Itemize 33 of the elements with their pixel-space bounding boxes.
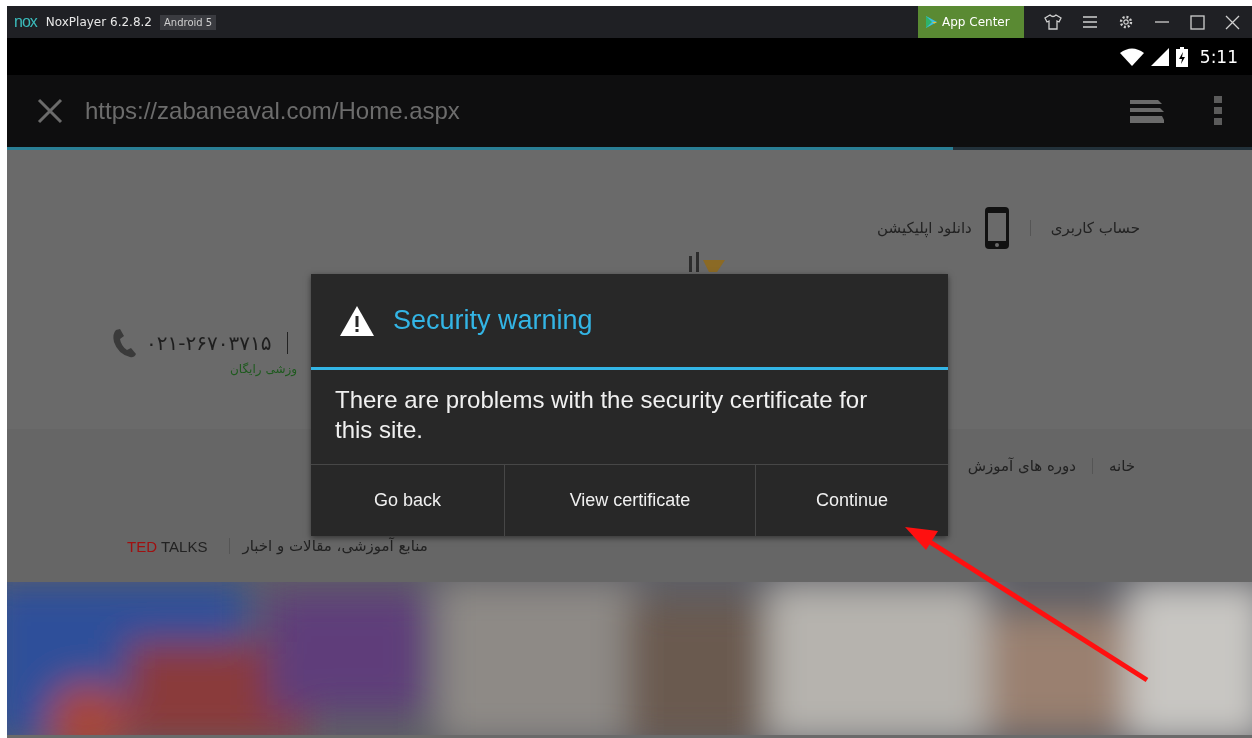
warning-icon: [339, 304, 375, 337]
phone-number: ۰۲۱-۲۶۷۰۳۷۱۵: [146, 331, 272, 355]
resources-link[interactable]: منابع آموزشی، مقالات و اخبار: [242, 537, 428, 555]
signal-icon: [1149, 47, 1170, 66]
smartphone-icon: [983, 206, 1010, 250]
wifi-icon: [1119, 47, 1144, 66]
phone-icon: [112, 328, 138, 358]
more-icon[interactable]: [1214, 96, 1222, 126]
settings-icon[interactable]: [1118, 14, 1134, 30]
play-icon: [926, 16, 937, 28]
app-center-button[interactable]: App Center: [918, 6, 1024, 38]
url-text[interactable]: https://zabaneaval.com/Home.aspx: [85, 97, 460, 125]
clock-time: 5:11: [1199, 46, 1238, 67]
dialog-title: Security warning: [393, 305, 593, 336]
battery-charging-icon: [1175, 46, 1188, 67]
home-nav-link[interactable]: خانه: [1108, 457, 1135, 475]
android-version-badge: Android 5: [160, 14, 217, 30]
shirt-icon[interactable]: [1044, 14, 1062, 30]
continue-button[interactable]: Continue: [755, 465, 948, 536]
nox-logo: nox: [14, 13, 37, 31]
talks-label[interactable]: TALKS: [161, 537, 208, 555]
window-title: NoxPlayer 6.2.8.2: [45, 15, 152, 29]
menu-icon[interactable]: [1082, 15, 1098, 29]
dialog-message: There are problems with the security certificate for this site.: [334, 385, 869, 445]
go-back-button[interactable]: Go back: [311, 465, 504, 536]
view-certificate-button[interactable]: View certificate: [504, 465, 755, 536]
maximize-icon[interactable]: [1190, 14, 1205, 30]
account-link[interactable]: حساب کاربری: [1050, 219, 1140, 237]
tabs-icon[interactable]: [1130, 98, 1164, 124]
site-logo-drawing: [687, 250, 727, 274]
download-app-link[interactable]: دانلود اپلیکیشن: [877, 219, 972, 237]
courses-nav-link[interactable]: دوره های آموزش: [967, 457, 1076, 475]
tagline-text: وزشی رایگان: [230, 362, 299, 376]
